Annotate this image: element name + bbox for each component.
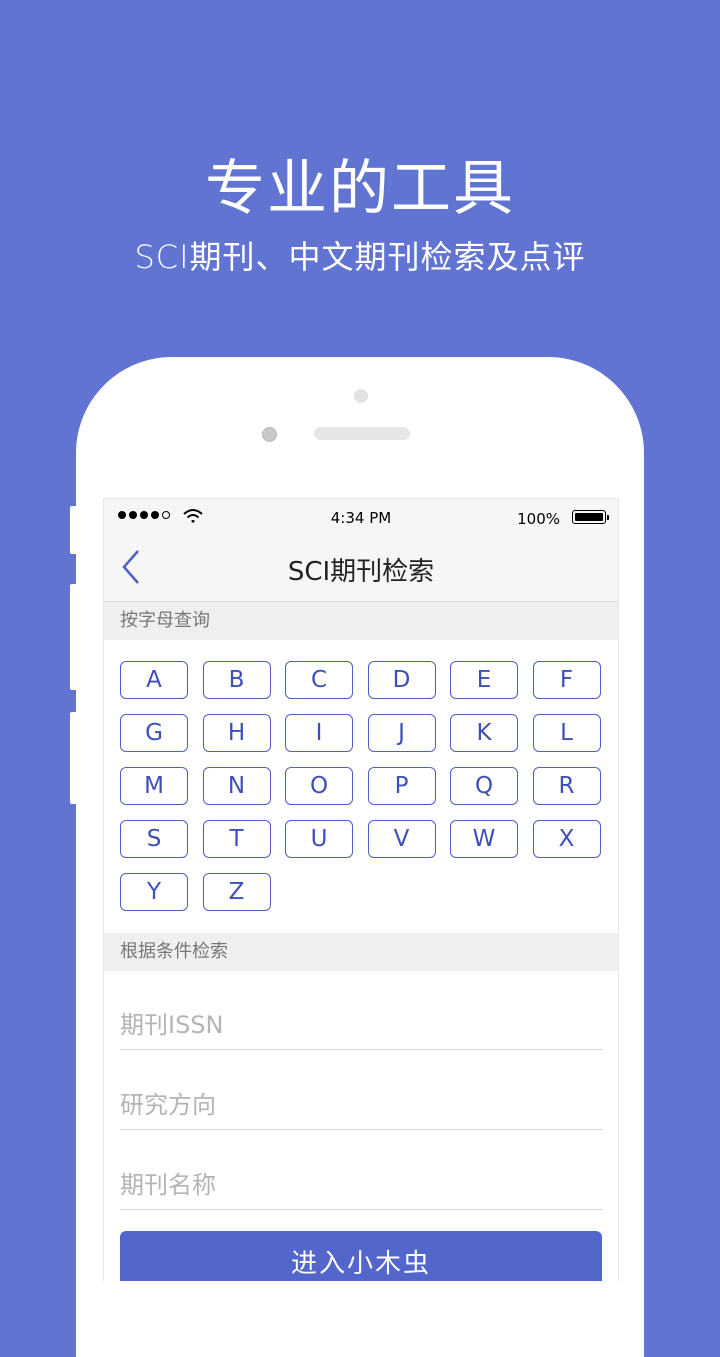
letter-button-d[interactable]: D: [367, 661, 436, 699]
letter-grid: ABCDEF GHIJKL MNOPQR STUVWX YZ: [120, 661, 606, 911]
letter-button-g[interactable]: G: [120, 714, 188, 752]
promo-subline: SCI期刊、中文期刊检索及点评: [134, 238, 586, 276]
letter-section-title: 按字母查询: [104, 602, 618, 640]
battery-percentage: 100%: [517, 510, 560, 528]
nav-bar: SCI期刊检索: [104, 535, 618, 602]
status-bar: 4:34 PM 100%: [104, 499, 618, 535]
letter-button-u[interactable]: U: [285, 820, 353, 858]
letter-button-r[interactable]: R: [532, 767, 601, 805]
letter-button-i[interactable]: I: [285, 714, 353, 752]
phone-sensor: [354, 389, 368, 403]
issn-input[interactable]: [120, 1001, 602, 1050]
promo-headline: 专业的工具: [205, 154, 515, 224]
letter-button-x[interactable]: X: [532, 820, 601, 858]
journal-name-input[interactable]: [120, 1161, 602, 1210]
phone-camera: [262, 427, 277, 442]
enter-button[interactable]: 进入小木虫: [120, 1231, 602, 1281]
letter-button-k[interactable]: K: [450, 714, 518, 752]
letter-button-o[interactable]: O: [285, 767, 353, 805]
letter-button-v[interactable]: V: [367, 820, 436, 858]
letter-button-a[interactable]: A: [120, 661, 188, 699]
letter-button-j[interactable]: J: [367, 714, 436, 752]
battery-icon: [572, 510, 609, 524]
letter-button-z[interactable]: Z: [202, 873, 271, 911]
letter-button-p[interactable]: P: [367, 767, 436, 805]
app-screen: 4:34 PM 100% SCI期刊检索 按字母查询 ABCDEF GHIJKL M…: [103, 498, 619, 1281]
letter-button-w[interactable]: W: [450, 820, 518, 858]
criteria-section-title: 根据条件检索: [104, 933, 618, 971]
phone-speaker: [314, 427, 410, 440]
letter-button-b[interactable]: B: [202, 661, 271, 699]
letter-button-t[interactable]: T: [202, 820, 271, 858]
letter-button-e[interactable]: E: [450, 661, 518, 699]
letter-button-f[interactable]: F: [532, 661, 601, 699]
letter-button-y[interactable]: Y: [120, 873, 188, 911]
letter-button-m[interactable]: M: [120, 767, 188, 805]
letter-button-l[interactable]: L: [532, 714, 601, 752]
page-title: SCI期刊检索: [287, 557, 435, 587]
letter-button-c[interactable]: C: [285, 661, 353, 699]
research-direction-input[interactable]: [120, 1081, 602, 1130]
letter-button-n[interactable]: N: [202, 767, 271, 805]
letter-button-h[interactable]: H: [202, 714, 271, 752]
letter-button-s[interactable]: S: [120, 820, 188, 858]
letter-button-q[interactable]: Q: [450, 767, 518, 805]
